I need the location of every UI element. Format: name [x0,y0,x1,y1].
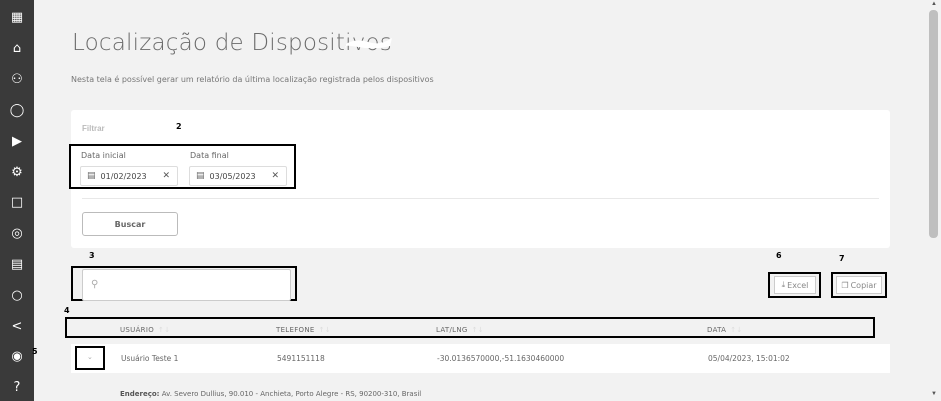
vertical-scrollbar[interactable]: ▲ ▼ [927,0,941,401]
scroll-down-icon[interactable]: ▼ [931,391,937,397]
help-icon[interactable]: ? [0,375,34,399]
scrollbar-thumb[interactable] [929,10,938,238]
annotation-7: 7 [839,254,845,263]
table-header: USUÁRIO ↑↓ TELEFONE ↑↓ LAT/LNG ↑↓ DATA ↑↓ [66,320,874,336]
filter-title: Filtrar [82,124,105,133]
home-icon[interactable]: ⌂ [0,36,34,60]
scroll-up-icon[interactable]: ▲ [931,1,937,7]
share-icon[interactable]: < [0,314,34,338]
address-value: Av. Severo Dullius, 90.010 - Anchieta, P… [161,390,422,398]
cell-date: 05/04/2023, 15:01:02 [708,354,790,363]
excel-export-button[interactable]: ⤓ Excel [774,276,816,294]
annotation-5: 5 [32,347,38,356]
column-header-user[interactable]: USUÁRIO ↑↓ [120,326,170,334]
clear-end-date-icon[interactable]: ✕ [271,171,279,181]
chevron-down-icon: ⌄ [87,354,93,361]
download-icon: ⤓ [781,280,786,289]
search-icon: ⚲ [91,279,99,290]
play-icon[interactable]: ▶ [0,129,34,153]
main-content: Localização de Dispositivos Nesta tela é… [32,0,927,401]
column-header-date[interactable]: DATA ↑↓ [707,326,743,334]
search-input[interactable]: ⚲ [82,269,291,301]
apps-grid-icon[interactable]: ▦ [0,5,34,29]
search-button[interactable]: Buscar [82,212,178,236]
column-header-phone[interactable]: TELEFONE ↑↓ [276,326,331,334]
calendar-icon[interactable]: ▤ [0,252,34,276]
redaction-mark [345,38,392,49]
annotation-2: 2 [176,122,182,131]
cell-latlng: -30.0136570000,-51.1630460000 [437,354,565,363]
start-date-input[interactable]: ▤ 01/02/2023 ✕ [80,166,178,186]
start-date-value: 01/02/2023 [100,171,147,181]
end-date-input[interactable]: ▤ 03/05/2023 ✕ [189,166,287,186]
start-date-label: Data inicial [81,151,126,160]
users-icon[interactable]: ⚇ [0,67,34,91]
annotation-6: 6 [776,251,782,260]
copy-label: Copiar [850,280,877,290]
page-subtitle: Nesta tela é possível gerar um relatório… [71,75,434,84]
calendar-icon: ▤ [196,171,205,181]
address-detail: Endereço: Av. Severo Dullius, 90.010 - A… [120,390,421,398]
end-date-value: 03/05/2023 [209,171,256,181]
filter-card: Filtrar Data inicial Data final ▤ 01/02/… [69,110,890,248]
row-expand-button[interactable]: ⌄ [75,346,105,370]
document-icon[interactable]: □ [0,190,34,214]
cell-user: Usuário Teste 1 [121,354,179,363]
chat-icon[interactable]: ○ [0,283,34,307]
excel-label: Excel [787,280,809,290]
calendar-icon: ▤ [87,171,96,181]
annotation-3: 3 [89,251,95,260]
copy-icon: ❐ [841,280,849,290]
sidebar: ▦ ⌂ ⚇ ◯ ▶ ⚙ □ ◎ ▤ ○ < ◉ ? [0,0,34,401]
filter-divider [82,198,879,199]
table-row[interactable]: ⌄ Usuário Teste 1 5491151118 -30.0136570… [71,344,890,373]
pin-icon[interactable]: ◉ [0,344,34,368]
location-target-icon[interactable]: ◎ [0,221,34,245]
clear-start-date-icon[interactable]: ✕ [162,171,170,181]
column-header-latlng[interactable]: LAT/LNG ↑↓ [436,326,484,334]
settings-icon[interactable]: ⚙ [0,160,34,184]
annotation-4: 4 [64,306,70,315]
copy-button[interactable]: ❐ Copiar [836,276,882,294]
cell-phone: 5491151118 [277,354,325,363]
end-date-label: Data final [190,151,229,160]
address-label: Endereço: [120,390,160,398]
user-icon[interactable]: ◯ [0,98,34,122]
